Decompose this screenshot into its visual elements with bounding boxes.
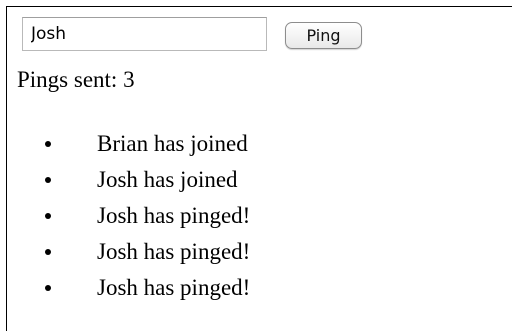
event-text: Josh has pinged! — [97, 275, 251, 300]
event-text: Josh has pinged! — [97, 239, 251, 264]
name-input[interactable] — [22, 17, 267, 51]
bullet-icon — [45, 141, 51, 147]
bullet-icon — [45, 177, 51, 183]
pings-sent-label: Pings sent: — [17, 67, 118, 92]
ping-button[interactable]: Ping — [285, 22, 362, 49]
bullet-icon — [45, 249, 51, 255]
bullet-icon — [45, 213, 51, 219]
event-text: Brian has joined — [97, 131, 248, 156]
event-text: Josh has pinged! — [97, 203, 251, 228]
content-frame — [6, 6, 512, 331]
pings-sent-status: Pings sent: 3 — [17, 67, 135, 93]
event-text: Josh has joined — [97, 167, 238, 192]
pings-sent-count: 3 — [123, 67, 135, 92]
bullet-icon — [45, 285, 51, 291]
